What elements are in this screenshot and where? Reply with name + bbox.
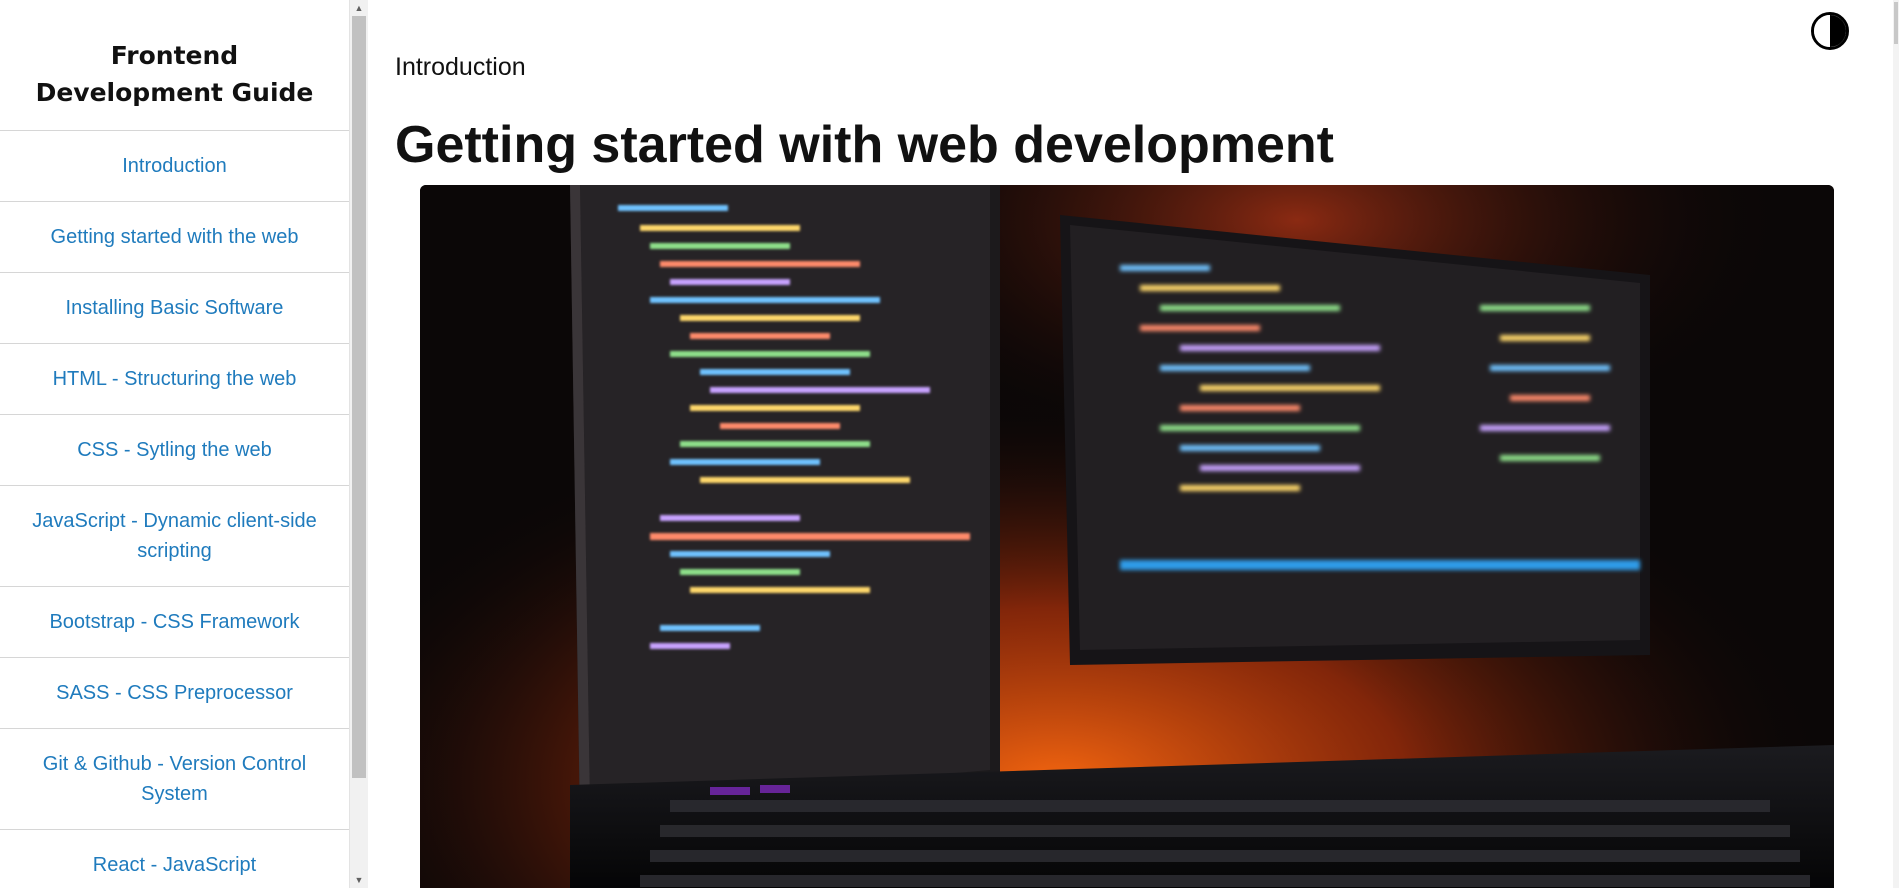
main-content: Introduction Getting started with web de…: [368, 0, 1899, 888]
code-monitors-photo: [420, 185, 1834, 888]
sidebar-item-html[interactable]: HTML - Structuring the web: [0, 344, 349, 415]
sidebar-item-javascript[interactable]: JavaScript - Dynamic client-side scripti…: [0, 486, 349, 587]
sidebar-item-introduction[interactable]: Introduction: [0, 131, 349, 202]
sidebar-item-getting-started[interactable]: Getting started with the web: [0, 202, 349, 273]
scroll-up-arrow-icon[interactable]: ▲: [350, 0, 368, 16]
page-title: Getting started with web development: [395, 116, 1334, 174]
contrast-icon-light-half: [1814, 15, 1830, 47]
section-label: Introduction: [395, 53, 526, 81]
sidebar-item-bootstrap[interactable]: Bootstrap - CSS Framework: [0, 587, 349, 658]
sidebar-item-react[interactable]: React - JavaScript: [0, 830, 349, 888]
sidebar-item-git-github[interactable]: Git & Github - Version Control System: [0, 729, 349, 830]
page-scrollbar[interactable]: [1893, 0, 1899, 888]
sidebar-item-sass[interactable]: SASS - CSS Preprocessor: [0, 658, 349, 729]
sidebar-item-installing-software[interactable]: Installing Basic Software: [0, 273, 349, 344]
page-scroll-thumb[interactable]: [1894, 2, 1898, 44]
sidebar-scroll-thumb[interactable]: [352, 16, 366, 778]
sidebar-scrollbar[interactable]: ▲ ▼: [350, 0, 368, 888]
sidebar-item-css[interactable]: CSS - Sytling the web: [0, 415, 349, 486]
contrast-icon[interactable]: [1811, 12, 1849, 50]
contrast-icon-dark-half: [1830, 15, 1846, 47]
sidebar-title: Frontend Development Guide: [0, 0, 349, 131]
scroll-down-arrow-icon[interactable]: ▼: [350, 872, 368, 888]
sidebar: Frontend Development Guide Introduction …: [0, 0, 350, 888]
hero-image: [420, 185, 1834, 888]
